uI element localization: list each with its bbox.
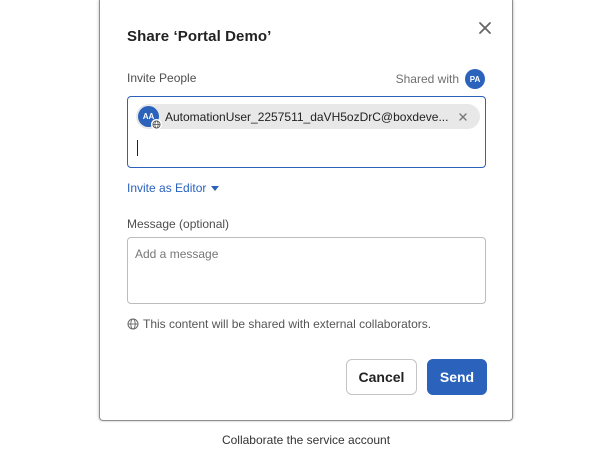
external-user-globe-icon bbox=[151, 119, 162, 130]
collaborator-pill[interactable]: AA AutomationUser_2257511_daVH5ozDrC@box… bbox=[136, 104, 480, 130]
external-notice: This content will be shared with externa… bbox=[127, 317, 431, 331]
send-button[interactable]: Send bbox=[427, 359, 487, 395]
globe-icon bbox=[127, 318, 139, 330]
collaborator-avatar: AA bbox=[138, 106, 162, 130]
invite-people-label: Invite People bbox=[127, 71, 197, 85]
close-icon bbox=[459, 112, 467, 121]
message-field[interactable] bbox=[127, 237, 486, 304]
remove-collaborator-button[interactable] bbox=[457, 111, 469, 123]
cancel-button[interactable]: Cancel bbox=[346, 359, 417, 395]
page-backdrop bbox=[0, 0, 99, 421]
dialog-title: Share ‘Portal Demo’ bbox=[127, 28, 272, 45]
caption: Collaborate the service account bbox=[221, 433, 391, 447]
avatar[interactable]: PA bbox=[465, 69, 485, 89]
invite-role-dropdown[interactable]: Invite as Editor bbox=[127, 181, 220, 195]
close-button[interactable] bbox=[476, 19, 494, 37]
invite-people-field[interactable]: AA AutomationUser_2257511_daVH5ozDrC@box… bbox=[127, 96, 486, 168]
invite-role-label: Invite as Editor bbox=[127, 181, 207, 195]
collaborator-email: AutomationUser_2257511_daVH5ozDrC@boxdev… bbox=[165, 109, 449, 124]
message-label: Message (optional) bbox=[127, 217, 230, 231]
shared-with-label: Shared with bbox=[395, 72, 459, 86]
close-icon bbox=[479, 22, 491, 34]
share-dialog: Share ‘Portal Demo’ Invite People Shared… bbox=[99, 0, 513, 421]
shared-with[interactable]: Shared with PA bbox=[396, 69, 485, 89]
external-notice-text: This content will be shared with externa… bbox=[143, 317, 432, 331]
chevron-down-icon bbox=[211, 185, 220, 191]
text-cursor bbox=[137, 140, 138, 156]
